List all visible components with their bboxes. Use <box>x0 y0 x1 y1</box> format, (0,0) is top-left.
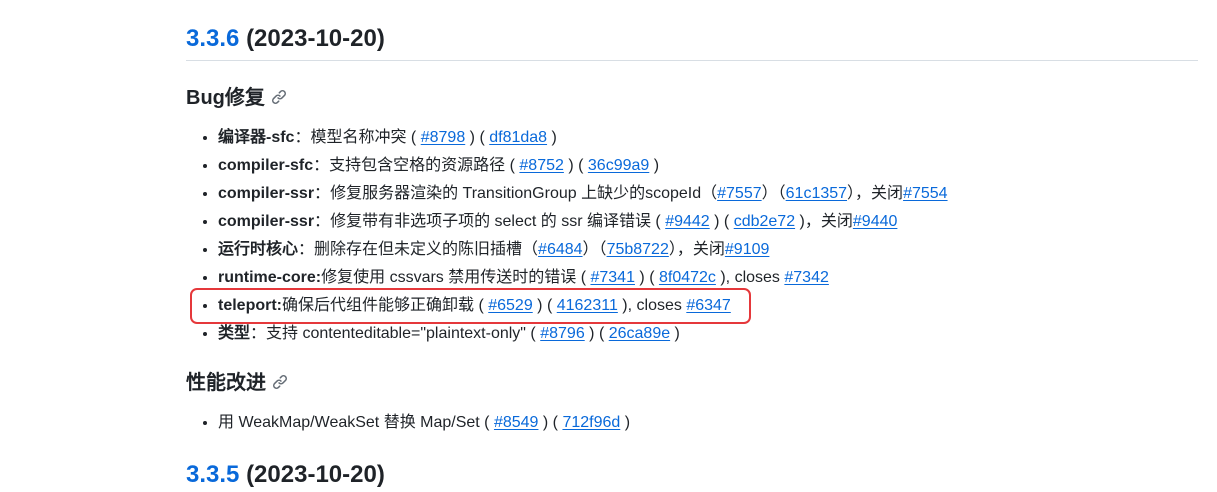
item-description: 模型名称冲突 ( <box>310 129 421 146</box>
item-description: 删除存在但未定义的陈旧插槽（ <box>314 241 539 258</box>
commit-link[interactable]: 712f96d <box>562 414 620 431</box>
item-separator: ) <box>620 414 631 431</box>
commit-link[interactable]: 26ca89e <box>609 325 670 342</box>
commit-link[interactable]: 61c1357 <box>786 185 847 202</box>
item-scope: 运行时核心 <box>218 241 299 258</box>
closes-label: 关闭 <box>871 185 904 202</box>
item-separator: ： <box>314 213 331 230</box>
closes-issue-link[interactable]: #7554 <box>903 185 948 202</box>
item-separator: ： <box>294 129 311 146</box>
pr-link[interactable]: #8549 <box>494 414 539 431</box>
item-scope: compiler-ssr <box>218 213 315 230</box>
item-separator: ) <box>649 157 660 174</box>
bugfix-title: Bug修复 <box>186 87 265 109</box>
commit-link[interactable]: 36c99a9 <box>588 157 649 174</box>
pr-link[interactable]: #8752 <box>519 157 564 174</box>
list-item: 编译器-sfc：模型名称冲突 ( #8798 ) ( df81da8 ) <box>218 124 948 152</box>
item-separator: ) <box>547 129 557 146</box>
item-separator: ) <box>670 325 680 342</box>
item-separator: )， <box>795 213 821 230</box>
list-item: compiler-ssr：修复带有非选项子项的 select 的 ssr 编译错… <box>218 208 948 236</box>
perf-list: 用 WeakMap/WeakSet 替换 Map/Set ( #8549 ) (… <box>186 409 630 437</box>
heading-divider <box>186 60 1198 61</box>
next-release-heading: 3.3.5 (2023-10-20) <box>186 458 385 492</box>
item-scope: compiler-sfc <box>218 157 314 174</box>
closes-label: 关闭 <box>692 241 725 258</box>
item-scope: runtime-core: <box>218 269 322 286</box>
list-item: 运行时核心：删除存在但未定义的陈旧插槽（#6484）（75b8722），关闭#9… <box>218 236 948 264</box>
list-item: compiler-sfc：支持包含空格的资源路径 ( #8752 ) ( 36c… <box>218 152 948 180</box>
item-description: 用 WeakMap/WeakSet 替换 Map/Set ( <box>218 414 494 431</box>
pr-link[interactable]: #8796 <box>540 325 585 342</box>
item-separator: ) ( <box>584 325 609 342</box>
release-date: (2023-10-20) <box>246 25 385 52</box>
release-version-link[interactable]: 3.3.6 <box>186 25 239 52</box>
item-description: 支持包含空格的资源路径 ( <box>329 157 520 174</box>
perf-title: 性能改进 <box>186 372 266 394</box>
item-separator: ： <box>313 157 330 174</box>
item-separator: ), <box>715 269 735 286</box>
closes-issue-link[interactable]: #7342 <box>784 269 829 286</box>
next-release-version-link[interactable]: 3.3.5 <box>186 461 239 488</box>
pr-link[interactable]: #8798 <box>421 129 466 146</box>
item-scope: 类型 <box>218 325 251 342</box>
item-separator: ）（ <box>582 241 607 258</box>
item-separator: ： <box>250 325 267 342</box>
closes-label: 关闭 <box>820 213 853 230</box>
item-separator: ) ( <box>634 269 659 286</box>
item-separator: ： <box>298 241 315 258</box>
item-separator: ) ( <box>709 213 734 230</box>
item-separator: ： <box>314 185 331 202</box>
pr-link[interactable]: #7557 <box>717 185 762 202</box>
closes-label: closes <box>734 269 785 286</box>
commit-link[interactable]: cdb2e72 <box>734 213 795 230</box>
item-separator: ) ( <box>563 157 588 174</box>
commit-link[interactable]: 75b8722 <box>607 241 669 258</box>
highlight-annotation-box <box>190 288 751 324</box>
closes-issue-link[interactable]: #9109 <box>725 241 770 258</box>
item-separator: ）， <box>668 241 693 258</box>
item-separator: ）（ <box>761 185 786 202</box>
item-description: 修复使用 cssvars 禁用传送时的错误 ( <box>321 269 591 286</box>
item-scope: 编译器-sfc <box>218 129 295 146</box>
item-separator: ) ( <box>538 414 563 431</box>
link-icon[interactable] <box>271 89 287 105</box>
pr-link[interactable]: #9442 <box>665 213 710 230</box>
pr-link[interactable]: #7341 <box>590 269 635 286</box>
commit-link[interactable]: 8f0472c <box>659 269 716 286</box>
item-description: 修复服务器渲染的 TransitionGroup 上缺少的scopeId（ <box>330 185 718 202</box>
list-item: compiler-ssr：修复服务器渲染的 TransitionGroup 上缺… <box>218 180 948 208</box>
link-icon[interactable] <box>272 374 288 390</box>
item-description: 修复带有非选项子项的 select 的 ssr 编译错误 ( <box>330 213 666 230</box>
list-item: 类型：支持 contenteditable="plaintext-only" (… <box>218 320 948 348</box>
closes-issue-link[interactable]: #9440 <box>853 213 898 230</box>
next-release-date: (2023-10-20) <box>246 461 385 488</box>
item-scope: compiler-ssr <box>218 185 315 202</box>
commit-link[interactable]: df81da8 <box>489 129 547 146</box>
item-separator: ）， <box>847 185 872 202</box>
item-description: 支持 contenteditable="plaintext-only" ( <box>266 325 541 342</box>
item-separator: ) ( <box>465 129 490 146</box>
pr-link[interactable]: #6484 <box>538 241 583 258</box>
perf-heading: 性能改进 <box>186 369 288 397</box>
list-item: 用 WeakMap/WeakSet 替换 Map/Set ( #8549 ) (… <box>218 409 630 437</box>
bugfix-heading: Bug修复 <box>186 84 287 112</box>
release-heading: 3.3.6 (2023-10-20) <box>186 22 385 56</box>
